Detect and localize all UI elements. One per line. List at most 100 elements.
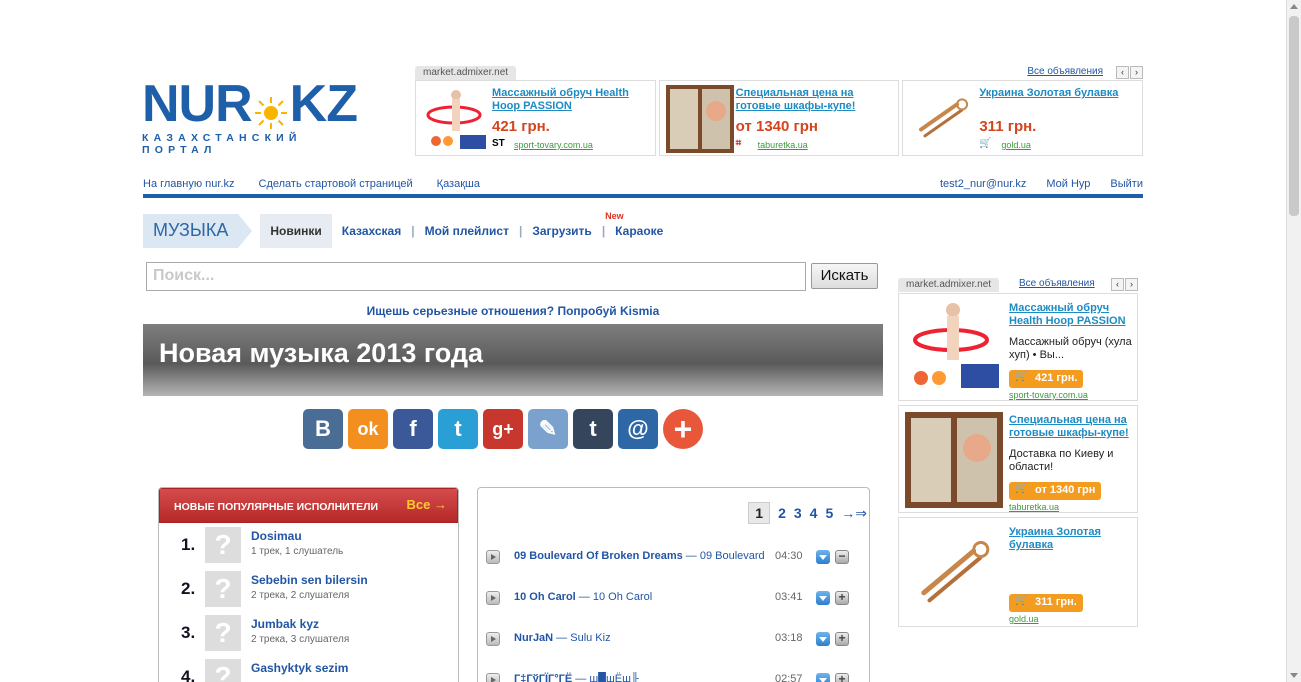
my-nur-link[interactable]: Мой Нур bbox=[1046, 178, 1090, 190]
ad-source-icon: ST bbox=[492, 138, 505, 149]
play-icon[interactable] bbox=[486, 550, 500, 564]
page-title: Новая музыка 2013 года bbox=[159, 338, 484, 368]
tumblr-share-icon[interactable]: t bbox=[573, 409, 613, 449]
ad-item[interactable]: Украина Золотая булавка 311 грн. gold.ua bbox=[898, 517, 1138, 627]
page-link[interactable]: 4 bbox=[810, 505, 818, 521]
top-ad-block: market.admixer.net Все объявления ‹ › Ма… bbox=[415, 66, 1144, 156]
ad-title[interactable]: Массажный обруч Health Hoop PASSION bbox=[492, 87, 652, 113]
ad-item[interactable]: Массажный обруч Health Hoop PASSION Масс… bbox=[898, 293, 1138, 401]
odnoklassniki-share-icon[interactable]: ok bbox=[348, 409, 388, 449]
add-to-playlist-icon[interactable]: + bbox=[835, 591, 849, 605]
ad-title[interactable]: Специальная цена на готовые шкафы-купе! bbox=[736, 87, 896, 113]
artist-name[interactable]: Dosimau bbox=[251, 529, 302, 543]
page-link[interactable]: 2 bbox=[778, 505, 786, 521]
ad-item[interactable]: Специальная цена на готовые шкафы-купе! … bbox=[898, 405, 1138, 513]
download-icon[interactable] bbox=[816, 632, 830, 646]
play-icon[interactable] bbox=[486, 632, 500, 646]
ad-next-icon[interactable]: › bbox=[1125, 278, 1138, 291]
promo-link[interactable]: Ищешь серьезные отношения? Попробуй Kism… bbox=[143, 304, 883, 318]
logo-text-left: NUR bbox=[142, 75, 253, 133]
tab-my-playlist[interactable]: Мой плейлист bbox=[415, 224, 519, 238]
track-title[interactable]: NurJaN — Sulu Kiz bbox=[514, 632, 611, 644]
ad-price-button[interactable]: 421 грн. bbox=[1009, 370, 1084, 388]
all-artists-link[interactable]: Все → bbox=[407, 497, 447, 512]
facebook-share-icon[interactable]: f bbox=[393, 409, 433, 449]
ad-price-button[interactable]: 311 грн. bbox=[1009, 594, 1083, 612]
ad-title[interactable]: Украина Золотая булавка bbox=[979, 87, 1139, 100]
vk-share-icon[interactable]: В bbox=[303, 409, 343, 449]
ad-source-link[interactable]: gold.ua bbox=[1009, 614, 1039, 624]
ad-item[interactable]: Украина Золотая булавка 311 грн. 🛒 gold.… bbox=[902, 80, 1144, 156]
ad-price-button[interactable]: от 1340 грн bbox=[1009, 482, 1102, 500]
page-link[interactable]: 3 bbox=[794, 505, 802, 521]
artist-placeholder-icon[interactable]: ? bbox=[205, 615, 241, 651]
artist-placeholder-icon[interactable]: ? bbox=[205, 527, 241, 563]
add-to-playlist-icon[interactable]: + bbox=[835, 632, 849, 646]
twitter-share-icon[interactable]: t bbox=[438, 409, 478, 449]
taburetka-icon: ⌗ bbox=[735, 138, 742, 149]
tab-kazakh[interactable]: Казахская bbox=[332, 224, 412, 238]
artist-name[interactable]: Jumbak kyz bbox=[251, 617, 319, 631]
artist-placeholder-icon[interactable]: ? bbox=[205, 659, 241, 682]
artist-name[interactable]: Gashyktyk sezim bbox=[251, 661, 348, 675]
add-to-playlist-icon[interactable]: + bbox=[835, 673, 849, 682]
play-icon[interactable] bbox=[486, 591, 500, 605]
ad-title[interactable]: Массажный обруч Health Hoop PASSION bbox=[1009, 302, 1134, 328]
ad-prev-icon[interactable]: ‹ bbox=[1116, 66, 1129, 79]
logout-link[interactable]: Выйти bbox=[1110, 178, 1143, 190]
livejournal-share-icon[interactable]: ✎ bbox=[528, 409, 568, 449]
user-email-link[interactable]: test2_nur@nur.kz bbox=[940, 178, 1026, 190]
popular-artists-header: НОВЫЕ ПОПУЛЯРНЫЕ ИСПОЛНИТЕЛИ Все → bbox=[159, 488, 458, 523]
site-logo[interactable]: NUR KZ КАЗАХСТАНСКИЙ ПОРТАЛ bbox=[142, 75, 358, 156]
artist-placeholder-icon[interactable]: ? bbox=[205, 571, 241, 607]
scroll-thumb[interactable] bbox=[1289, 16, 1299, 216]
ad-next-icon[interactable]: › bbox=[1130, 66, 1143, 79]
home-link[interactable]: На главную nur.kz bbox=[143, 178, 235, 190]
safety-pin-image[interactable] bbox=[909, 85, 977, 153]
tab-karaoke[interactable]: New Караоке bbox=[605, 211, 673, 238]
download-icon[interactable] bbox=[816, 591, 830, 605]
ad-source-link[interactable]: gold.ua bbox=[1001, 140, 1031, 150]
kazakh-language-link[interactable]: Қазақша bbox=[437, 178, 480, 190]
wardrobe-image[interactable] bbox=[665, 85, 734, 153]
wardrobe-image[interactable] bbox=[905, 412, 1003, 508]
all-ads-link[interactable]: Все объявления bbox=[1019, 278, 1095, 289]
tab-new[interactable]: Новинки bbox=[260, 214, 332, 248]
mailru-share-icon[interactable]: @ bbox=[618, 409, 658, 449]
artist-name[interactable]: Sebebin sen bilersin bbox=[251, 573, 368, 587]
ad-title[interactable]: Украина Золотая булавка bbox=[1009, 526, 1134, 552]
track-title[interactable]: 09 Boulevard Of Broken Dreams — 09 Boule… bbox=[514, 550, 765, 562]
rank: 4. bbox=[181, 667, 196, 682]
next-page-icon[interactable]: →⇒ bbox=[841, 505, 867, 522]
ad-prev-icon[interactable]: ‹ bbox=[1111, 278, 1124, 291]
track-title[interactable]: Г‡ГўГЇГ°ГЁ — ш█шЁш╟ bbox=[514, 673, 639, 682]
search-input[interactable]: Поиск... bbox=[146, 262, 806, 291]
ad-source-link[interactable]: taburetka.ua bbox=[758, 140, 808, 150]
scroll-down-arrow-icon[interactable] bbox=[1290, 673, 1298, 678]
search-button[interactable]: Искать bbox=[811, 263, 878, 289]
page-current[interactable]: 1 bbox=[748, 502, 771, 524]
hula-hoop-image[interactable] bbox=[905, 300, 1003, 396]
play-icon[interactable] bbox=[486, 673, 500, 682]
ad-source-link[interactable]: sport-tovary.com.ua bbox=[514, 140, 593, 150]
googleplus-share-icon[interactable]: g+ bbox=[483, 409, 523, 449]
download-icon[interactable] bbox=[816, 550, 830, 564]
page-link[interactable]: 5 bbox=[825, 505, 833, 521]
hula-hoop-image[interactable] bbox=[422, 85, 490, 153]
make-homepage-link[interactable]: Сделать стартовой страницей bbox=[259, 178, 413, 190]
track-title[interactable]: 10 Oh Carol — 10 Oh Carol bbox=[514, 591, 652, 603]
section-title[interactable]: МУЗЫКА bbox=[143, 214, 253, 248]
ad-source-link[interactable]: taburetka.ua bbox=[1009, 502, 1059, 512]
tab-upload[interactable]: Загрузить bbox=[522, 224, 601, 238]
safety-pin-image[interactable] bbox=[905, 524, 1003, 620]
vertical-scrollbar[interactable] bbox=[1286, 0, 1301, 682]
remove-from-playlist-icon[interactable]: − bbox=[835, 550, 849, 564]
all-ads-link[interactable]: Все объявления bbox=[1027, 66, 1103, 77]
more-share-icon[interactable]: + bbox=[663, 409, 703, 449]
ad-item[interactable]: Массажный обруч Health Hoop PASSION 421 … bbox=[415, 80, 656, 156]
ad-item[interactable]: Специальная цена на готовые шкафы-купе! … bbox=[658, 80, 900, 156]
ad-title[interactable]: Специальная цена на готовые шкафы-купе! bbox=[1009, 414, 1134, 440]
download-icon[interactable] bbox=[816, 673, 830, 682]
ad-source-link[interactable]: sport-tovary.com.ua bbox=[1009, 390, 1088, 400]
scroll-up-arrow-icon[interactable] bbox=[1290, 4, 1298, 9]
